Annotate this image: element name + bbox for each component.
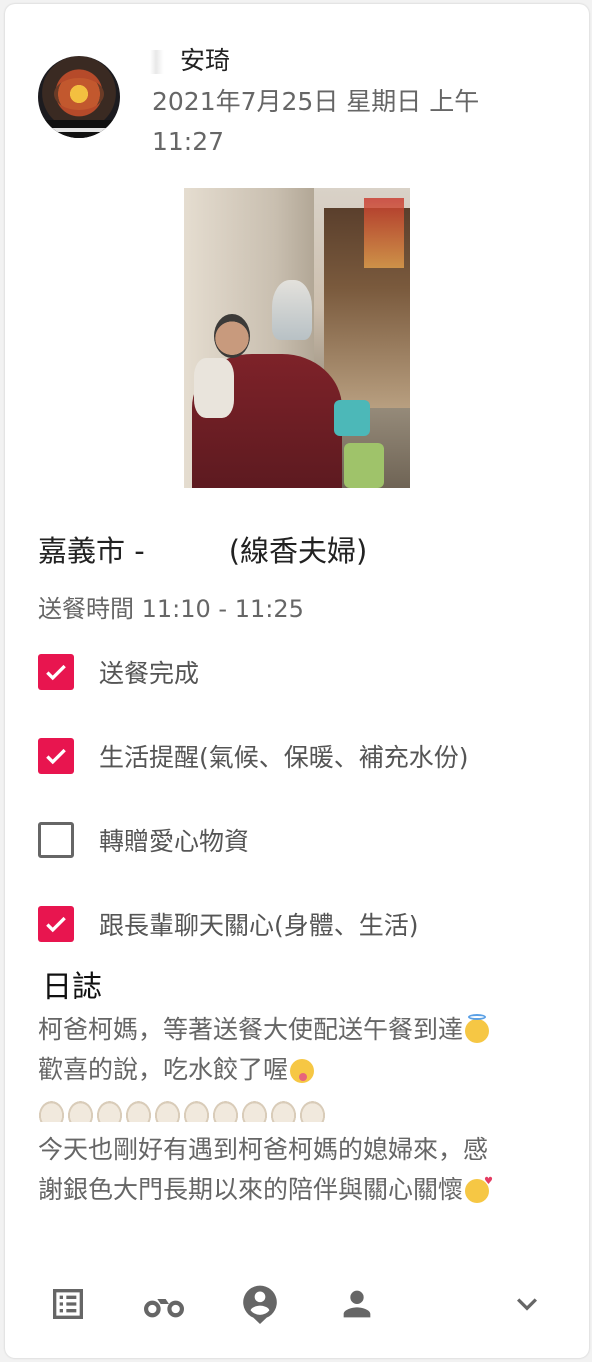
dumpling-emoji-icon <box>241 1100 268 1122</box>
checklist-label: 轉贈愛心物資 <box>99 827 250 856</box>
post-timestamp: 2021年7月25日 星期日 上午 11:27 <box>152 82 532 162</box>
motorcycle-icon[interactable] <box>142 1282 186 1326</box>
post-date: 2021年7月25日 星期日 上午 <box>152 87 480 116</box>
log-text: 柯爸柯媽，等著送餐大使配送午餐到達 歡喜的說，吃水餃了喔 今天也剛好有遇到柯爸柯… <box>38 1010 558 1210</box>
checklist-label: 跟長輩聊天關心(身體、生活) <box>99 911 419 940</box>
checklist-label: 生活提醒(氣候、保暖、補充水份) <box>99 743 469 772</box>
checklist-label: 送餐完成 <box>99 659 200 688</box>
dumpling-emoji-icon <box>67 1100 94 1122</box>
redacted-name-part <box>150 50 180 74</box>
checklist-item-chat-care[interactable]: 跟長輩聊天關心(身體、生活) <box>38 904 419 944</box>
post-photo[interactable] <box>184 188 410 488</box>
log-line: 歡喜的說，吃水餃了喔 <box>38 1055 289 1084</box>
dumpling-emoji-icon <box>96 1100 123 1122</box>
smiling-halo-emoji-icon <box>465 1014 490 1043</box>
client-city: 嘉義市 - <box>38 534 145 568</box>
yum-face-emoji-icon <box>290 1059 315 1083</box>
post-card: 安琦 2021年7月25日 星期日 上午 11:27 嘉義市 - (線香夫婦) 送… <box>5 4 589 1358</box>
chevron-down-icon[interactable] <box>505 1282 549 1326</box>
checklist-item-life-reminder[interactable]: 生活提醒(氣候、保暖、補充水份) <box>38 736 469 776</box>
checkbox-checked-icon[interactable] <box>38 738 74 774</box>
log-line: 今天也剛好有遇到柯爸柯媽的媳婦來，感 <box>38 1135 489 1164</box>
dumpling-emoji-row <box>38 1090 558 1130</box>
dumpling-emoji-icon <box>270 1100 297 1122</box>
post-time: 11:27 <box>152 127 225 156</box>
checkbox-unchecked-icon[interactable] <box>38 822 74 858</box>
person-icon[interactable] <box>335 1282 379 1326</box>
log-line: 柯爸柯媽，等著送餐大使配送午餐到達 <box>38 1015 464 1044</box>
dumpling-emoji-icon <box>212 1100 239 1122</box>
checklist-item-meal-delivered[interactable]: 送餐完成 <box>38 652 199 692</box>
checkbox-checked-icon[interactable] <box>38 906 74 942</box>
client-title: 嘉義市 - (線香夫婦) <box>38 531 367 571</box>
list-icon[interactable] <box>46 1282 90 1326</box>
client-note: (線香夫婦) <box>228 534 368 568</box>
account-pin-icon[interactable] <box>238 1282 282 1326</box>
avatar[interactable] <box>38 56 120 138</box>
checklist-item-donation[interactable]: 轉贈愛心物資 <box>38 820 249 860</box>
smiling-hearts-emoji-icon: ♥ <box>465 1177 493 1203</box>
dumpling-emoji-icon <box>38 1100 65 1122</box>
author-name: 安琦 <box>150 45 230 77</box>
delivery-time: 送餐時間 11:10 - 11:25 <box>38 595 304 623</box>
dumpling-emoji-icon <box>154 1100 181 1122</box>
log-title: 日誌 <box>42 970 102 1005</box>
dumpling-emoji-icon <box>125 1100 152 1122</box>
checkbox-checked-icon[interactable] <box>38 654 74 690</box>
dumpling-emoji-icon <box>299 1100 326 1122</box>
log-line: 謝銀色大門長期以來的陪伴與關心關懷 <box>38 1175 464 1204</box>
dumpling-emoji-icon <box>183 1100 210 1122</box>
